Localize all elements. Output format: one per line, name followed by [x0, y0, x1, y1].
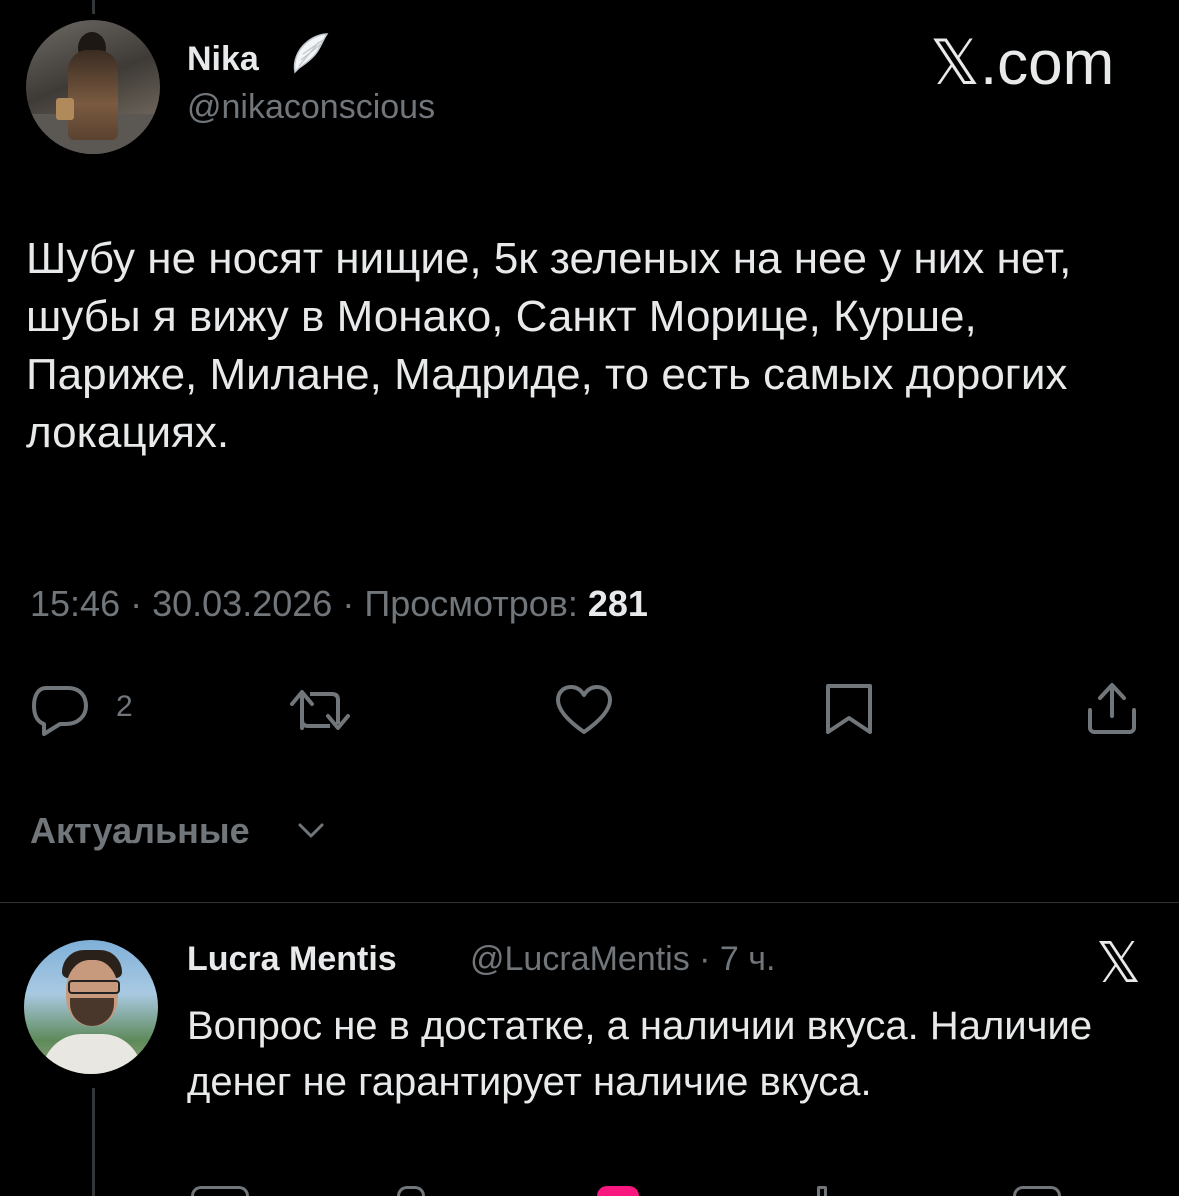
reply-text: Вопрос не в достатке, а наличии вкуса. Н… [187, 1004, 1093, 1104]
reply-author-avatar[interactable] [24, 940, 158, 1074]
bookmark-button[interactable] [824, 682, 874, 736]
reply-action-bar [187, 1186, 1087, 1196]
reply-button[interactable] [30, 684, 90, 736]
meta-separator: · [342, 583, 365, 624]
tweet-screenshot: Nika @nikaconscious 𝕏.com Шубу не носят … [0, 0, 1179, 1196]
retweet-icon [290, 690, 350, 730]
retweet-button[interactable] [288, 684, 354, 736]
share-button[interactable] [1084, 680, 1140, 736]
like-button[interactable] [554, 684, 614, 736]
tweet-date: 30.03.2026 [152, 583, 333, 624]
reply-author-handle[interactable]: @LucraMentis · 7 ч. [470, 940, 775, 979]
divider [0, 902, 1179, 903]
tweet-text: Шубу не носят нищие, 5к зеленых на нее у… [26, 234, 1072, 457]
share-icon [1088, 683, 1136, 734]
meta-separator: · [130, 583, 153, 624]
views-count: 281 [587, 583, 648, 624]
heart-icon[interactable] [597, 1186, 639, 1196]
bookmark-icon [826, 684, 872, 734]
site-label: 𝕏.com [930, 29, 1115, 98]
views-icon[interactable] [817, 1186, 827, 1196]
author-avatar[interactable] [26, 20, 160, 154]
author-name[interactable]: Nika [187, 40, 259, 79]
tweet-meta: 15:46 · 30.03.2026 · Просмотров: 281 [30, 583, 648, 625]
sort-dropdown[interactable]: Актуальные [30, 810, 250, 852]
reply-author-name[interactable]: Lucra Mentis [187, 940, 397, 979]
views-label: Просмотров: [364, 583, 578, 624]
retweet-icon[interactable] [397, 1186, 425, 1196]
reply-icon [32, 686, 88, 736]
author-handle[interactable]: @nikaconscious [187, 88, 435, 127]
x-logo-icon: 𝕏 [1096, 931, 1142, 994]
reply-icon[interactable] [191, 1186, 249, 1196]
bookmark-icon[interactable] [1013, 1186, 1061, 1196]
chevron-down-icon[interactable] [298, 823, 324, 839]
wing-icon [293, 33, 329, 74]
thread-line [92, 1088, 95, 1196]
thread-line-top [92, 0, 95, 14]
reply-count: 2 [116, 690, 133, 723]
heart-icon [556, 685, 612, 734]
tweet-time: 15:46 [30, 583, 121, 624]
